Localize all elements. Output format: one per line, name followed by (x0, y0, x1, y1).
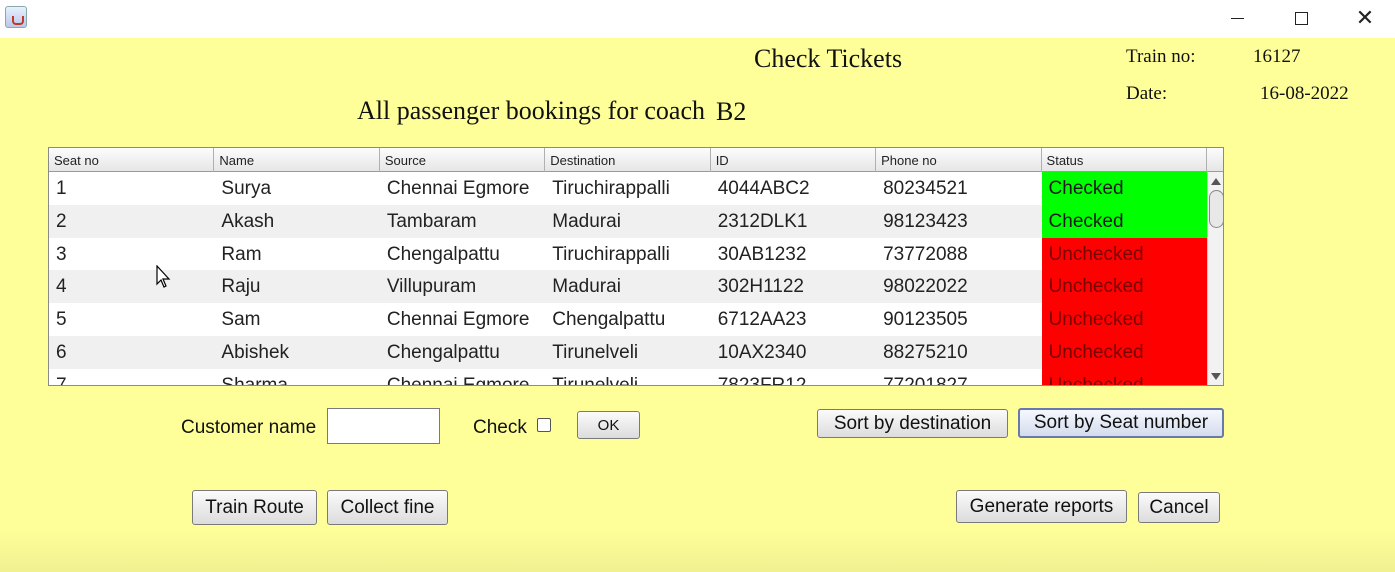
cell-phone-no[interactable]: 77201827 (876, 369, 1041, 385)
column-header-phone-no[interactable]: Phone no (876, 148, 1042, 172)
table-row[interactable]: 4 Raju Villupuram Madurai 302H1122 98022022 Un… (49, 270, 1207, 304)
cell-source[interactable]: Tambaram (380, 205, 545, 238)
column-header-id[interactable]: ID (711, 148, 877, 172)
cell-seat-no[interactable]: 1 (49, 172, 214, 205)
table-body: 1 Surya Chennai Egmore Tiruchirappalli 4044A… (49, 172, 1207, 385)
cell-name[interactable]: Ram (214, 238, 379, 271)
cell-name[interactable]: Abishek (214, 336, 379, 369)
train-route-button[interactable]: Train Route (192, 490, 317, 525)
page-title: Check Tickets (754, 44, 903, 73)
customer-name-input[interactable] (327, 408, 440, 444)
table-row[interactable]: 3 Ram Chengalpattu Tiruchirappalli 30AB1232 7… (49, 237, 1207, 271)
header-corner (1207, 148, 1223, 172)
generate-reports-button[interactable]: Generate reports (956, 490, 1127, 523)
date-label: Date: (1126, 83, 1168, 104)
table-row[interactable]: 1 Surya Chennai Egmore Tiruchirappalli 4044A… (49, 172, 1207, 205)
cell-phone-no[interactable]: 90123505 (876, 303, 1041, 336)
minimize-icon[interactable] (1214, 0, 1260, 36)
cell-source[interactable]: Chengalpattu (380, 336, 545, 369)
cell-source[interactable]: Chengalpattu (380, 238, 545, 271)
table-row[interactable]: 6 Abishek Chengalpattu Tirunelveli 10AX2340 8… (49, 335, 1207, 369)
check-checkbox[interactable] (537, 418, 551, 432)
cell-phone-no[interactable]: 98022022 (876, 270, 1041, 303)
cell-destination[interactable]: Tirunelveli (545, 336, 710, 369)
cell-source[interactable]: Chennai Egmore (380, 369, 545, 385)
scroll-down-icon[interactable] (1211, 373, 1221, 380)
cell-destination[interactable]: Tiruchirappalli (545, 238, 710, 271)
scrollbar-thumb[interactable] (1209, 190, 1223, 228)
maximize-icon[interactable] (1278, 0, 1324, 36)
java-cup-icon (5, 6, 27, 28)
table-row[interactable]: 7 Sharma Chennai Egmore Tirunelveli 7823FR12… (49, 368, 1207, 385)
cell-phone-no[interactable]: 88275210 (876, 336, 1041, 369)
cell-id[interactable]: 6712AA23 (711, 303, 876, 336)
cell-id[interactable]: 7823FR12 (711, 369, 876, 385)
cell-status[interactable]: Unchecked (1041, 237, 1207, 271)
cell-phone-no[interactable]: 73772088 (876, 238, 1041, 271)
cell-seat-no[interactable]: 3 (49, 238, 214, 271)
date-value: 16-08-2022 (1260, 83, 1349, 104)
collect-fine-button[interactable]: Collect fine (327, 490, 448, 525)
cell-destination[interactable]: Madurai (545, 270, 710, 303)
table-row[interactable]: 2 Akash Tambaram Madurai 2312DLK1 98123423 Che… (49, 204, 1207, 238)
cell-status[interactable]: Unchecked (1041, 303, 1207, 336)
cell-phone-no[interactable]: 98123423 (876, 205, 1041, 238)
cell-id[interactable]: 4044ABC2 (711, 172, 876, 205)
column-header-name[interactable]: Name (214, 148, 380, 172)
cell-name[interactable]: Surya (214, 172, 379, 205)
cell-id[interactable]: 30AB1232 (711, 238, 876, 271)
cell-phone-no[interactable]: 80234521 (876, 172, 1041, 205)
cell-seat-no[interactable]: 5 (49, 303, 214, 336)
cell-id[interactable]: 2312DLK1 (711, 205, 876, 238)
column-header-seat-no[interactable]: Seat no (49, 148, 215, 172)
cell-seat-no[interactable]: 4 (49, 270, 214, 303)
cell-seat-no[interactable]: 7 (49, 369, 214, 385)
cell-id[interactable]: 10AX2340 (711, 336, 876, 369)
column-header-source[interactable]: Source (380, 148, 546, 172)
cell-seat-no[interactable]: 2 (49, 205, 214, 238)
cell-status[interactable]: Checked (1041, 204, 1207, 238)
title-bar: ✕ (0, 0, 1395, 38)
ok-button[interactable]: OK (577, 411, 640, 439)
cell-status[interactable]: Unchecked (1041, 335, 1207, 369)
cell-source[interactable]: Villupuram (380, 270, 545, 303)
scroll-up-icon[interactable] (1211, 178, 1221, 185)
table-header: Seat no Name Source Destination ID Phone… (49, 148, 1207, 172)
sort-by-seat-number-button[interactable]: Sort by Seat number (1018, 408, 1224, 438)
cell-destination[interactable]: Tiruchirappalli (545, 172, 710, 205)
cell-source[interactable]: Chennai Egmore (380, 303, 545, 336)
sort-by-destination-button[interactable]: Sort by destination (817, 409, 1008, 438)
cell-source[interactable]: Chennai Egmore (380, 172, 545, 205)
train-no-label: Train no: (1126, 46, 1196, 67)
cell-destination[interactable]: Tirunelveli (545, 369, 710, 385)
cancel-button[interactable]: Cancel (1138, 492, 1220, 523)
cell-status[interactable]: Unchecked (1041, 270, 1207, 304)
cell-status[interactable]: Unchecked (1041, 368, 1207, 385)
window-bottom-edge (0, 530, 1395, 572)
coach-value: B2 (716, 97, 747, 126)
bookings-table[interactable]: Seat no Name Source Destination ID Phone… (48, 147, 1224, 386)
vertical-scrollbar[interactable] (1207, 172, 1223, 385)
table-row[interactable]: 5 Sam Chennai Egmore Chengalpattu 6712AA23 90… (49, 303, 1207, 336)
train-no-value: 16127 (1253, 46, 1301, 67)
cell-status[interactable]: Checked (1041, 172, 1207, 205)
coach-subtitle: All passenger bookings for coach (357, 96, 706, 125)
cell-id[interactable]: 302H1122 (711, 270, 876, 303)
cell-name[interactable]: Raju (214, 270, 379, 303)
close-icon[interactable]: ✕ (1342, 0, 1388, 36)
cell-name[interactable]: Akash (214, 205, 379, 238)
column-header-status[interactable]: Status (1042, 148, 1207, 172)
cell-seat-no[interactable]: 6 (49, 336, 214, 369)
check-label: Check (473, 417, 527, 438)
column-header-destination[interactable]: Destination (545, 148, 711, 172)
cell-destination[interactable]: Madurai (545, 205, 710, 238)
customer-name-label: Customer name (181, 417, 317, 438)
cell-destination[interactable]: Chengalpattu (545, 303, 710, 336)
cell-name[interactable]: Sam (214, 303, 379, 336)
cell-name[interactable]: Sharma (214, 369, 379, 385)
